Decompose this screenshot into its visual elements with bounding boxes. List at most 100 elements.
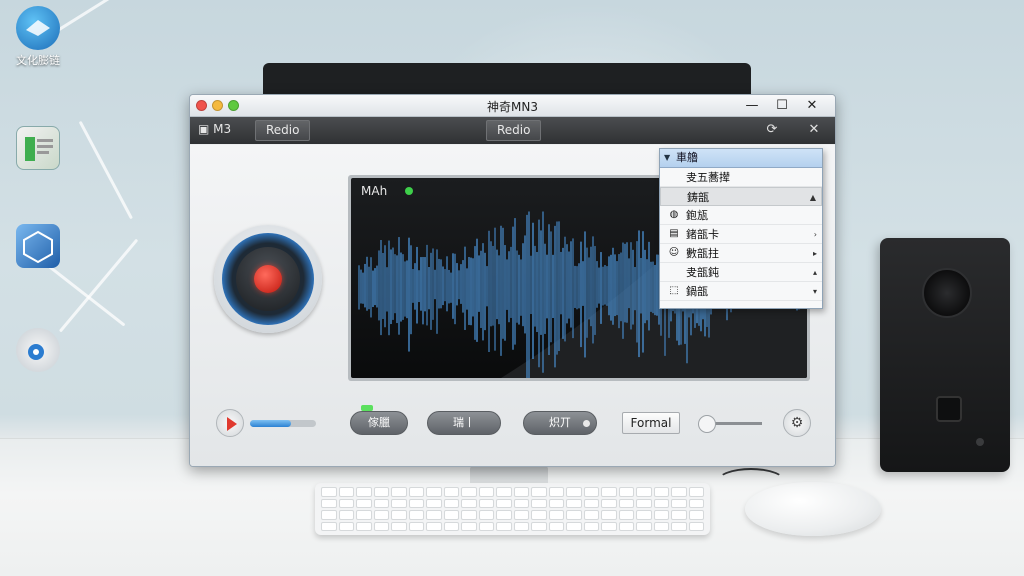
keyboard-key bbox=[478, 487, 494, 497]
keyboard-key bbox=[601, 510, 617, 520]
dropdown-item[interactable]: 叏瓿鈍 ▴ bbox=[660, 263, 822, 282]
keyboard-key bbox=[671, 498, 687, 508]
desktop-icon-disc[interactable] bbox=[8, 328, 68, 372]
dropdown-item[interactable]: ⬚ 鍋瓿 ▾ bbox=[660, 282, 822, 301]
record-icon bbox=[254, 265, 282, 293]
dropdown-item[interactable]: ☺ 數瓿拄 ▸ bbox=[660, 244, 822, 263]
play-button[interactable] bbox=[216, 409, 244, 437]
led-indicator bbox=[361, 405, 373, 411]
media-disc-icon bbox=[16, 328, 60, 372]
minimize-button[interactable]: — bbox=[737, 95, 767, 116]
mouse bbox=[745, 482, 881, 536]
button-a-label: 傢臘 bbox=[368, 416, 390, 429]
keyboard-key bbox=[618, 521, 634, 531]
scroll-arrow-icon[interactable]: ▲ bbox=[810, 188, 816, 207]
app-label: M3 bbox=[213, 122, 232, 136]
waveform-label: MAh bbox=[361, 184, 388, 198]
keyboard-key bbox=[513, 521, 529, 531]
keyboard-key bbox=[461, 487, 477, 497]
dropdown-item-icon bbox=[668, 266, 680, 278]
keyboard-key bbox=[356, 487, 372, 497]
format-button[interactable]: Formal bbox=[622, 412, 680, 434]
button-a[interactable]: 傢臘 bbox=[350, 405, 408, 435]
keyboard-key bbox=[478, 498, 494, 508]
cube-icon bbox=[16, 224, 60, 268]
keyboard-key bbox=[671, 487, 687, 497]
gear-icon[interactable]: ⚙ bbox=[783, 409, 811, 437]
keyboard-key bbox=[356, 521, 372, 531]
keyboard-key bbox=[338, 498, 354, 508]
close-icon[interactable]: ✕ bbox=[804, 121, 824, 139]
volume-fill bbox=[250, 420, 291, 427]
keyboard-key bbox=[618, 487, 634, 497]
speaker-port bbox=[936, 396, 962, 422]
scroll-arrow-icon[interactable]: › bbox=[814, 225, 817, 244]
keyboard-key bbox=[653, 498, 669, 508]
desktop-icon-book[interactable] bbox=[8, 126, 68, 170]
keyboard-key bbox=[688, 498, 704, 508]
desktop-icon-label: 文化膨链 bbox=[16, 54, 60, 67]
keyboard-key bbox=[356, 510, 372, 520]
keyboard-key bbox=[548, 498, 564, 508]
record-button[interactable] bbox=[214, 225, 322, 333]
dropdown-item[interactable]: ▤ 鍺瓿卡 › bbox=[660, 225, 822, 244]
keyboard-key bbox=[583, 498, 599, 508]
button-b[interactable]: 瑞丨 bbox=[427, 411, 501, 435]
scroll-arrow-icon[interactable]: ▾ bbox=[813, 282, 817, 301]
dropdown-item-label: 鋳瓿 bbox=[687, 191, 709, 204]
maximize-button[interactable]: ☐ bbox=[767, 95, 797, 116]
wall-decor-line bbox=[78, 120, 133, 220]
dropdown-items: 叏五蕎撵 鋳瓿 ▲ ◍ 鉋瓬 ▤ 鍺瓿卡 › ☺ 數瓿拄 ▸ 叏瓿鈍 ▴ ⬚ 鍋瓿 ▾ bbox=[660, 168, 822, 301]
keyboard-key bbox=[373, 510, 389, 520]
dropdown-header-label: 車艪 bbox=[676, 151, 698, 164]
keyboard-key bbox=[618, 498, 634, 508]
keyboard-key bbox=[373, 521, 389, 531]
dropdown-header[interactable]: ▼ 車艪 bbox=[660, 149, 822, 168]
keyboard-key bbox=[338, 521, 354, 531]
desktop-icon-app[interactable]: 文化膨链 bbox=[8, 6, 68, 68]
keyboard-key bbox=[566, 521, 582, 531]
keyboard-key bbox=[601, 521, 617, 531]
dropdown-item-label: 鍋瓿 bbox=[686, 285, 708, 298]
keyboard-key bbox=[496, 498, 512, 508]
refresh-icon[interactable]: ⟳ bbox=[762, 121, 782, 139]
keyboard-key bbox=[321, 487, 337, 497]
keyboard-key bbox=[531, 498, 547, 508]
cloud-app-icon bbox=[16, 6, 60, 50]
position-slider-knob[interactable] bbox=[698, 415, 716, 433]
main-content: MAh ▼ 車艪 叏五蕎撵 鋳瓿 ▲ ◍ 鉋瓬 ▤ 鍺瓿卡 › ☺ 數瓿拄 ▸ 叏瓿鈍 ▴ ⬚ 鍋瓿 ▾ 傢臘 bbox=[190, 145, 835, 466]
toolbar-app[interactable]: ▣ M3 bbox=[198, 122, 231, 136]
dropdown-item-icon: ▤ bbox=[669, 228, 679, 239]
close-button[interactable]: ✕ bbox=[797, 95, 827, 116]
speaker-tweeter bbox=[922, 268, 972, 318]
dropdown-item[interactable]: ◍ 鉋瓬 bbox=[660, 206, 822, 225]
dropdown-menu[interactable]: ▼ 車艪 叏五蕎撵 鋳瓿 ▲ ◍ 鉋瓬 ▤ 鍺瓿卡 › ☺ 數瓿拄 ▸ 叏瓿鈍 ▴ ⬚ 鍋瓿 ▾ bbox=[659, 148, 823, 309]
dropdown-item-icon bbox=[669, 191, 681, 203]
keyboard-key bbox=[373, 487, 389, 497]
keyboard-key bbox=[461, 510, 477, 520]
dropdown-item-label: 鉋瓬 bbox=[686, 209, 708, 222]
dropdown-item[interactable]: 叏五蕎撵 bbox=[660, 168, 822, 187]
keyboard-key bbox=[636, 510, 652, 520]
desktop-icon-cube[interactable] bbox=[8, 224, 68, 268]
dropdown-item[interactable]: 鋳瓿 ▲ bbox=[660, 187, 822, 206]
keyboard-key bbox=[408, 510, 424, 520]
tab-redio-center[interactable]: Redio bbox=[486, 120, 542, 141]
keyboard bbox=[315, 483, 710, 535]
record-core bbox=[236, 247, 300, 311]
keyboard-key bbox=[443, 487, 459, 497]
keyboard-key bbox=[653, 510, 669, 520]
keyboard-key bbox=[688, 521, 704, 531]
scroll-arrow-icon[interactable]: ▸ bbox=[813, 244, 817, 263]
keyboard-key bbox=[671, 521, 687, 531]
volume-slider[interactable] bbox=[250, 420, 316, 427]
status-led bbox=[405, 187, 413, 195]
keyboard-key bbox=[391, 510, 407, 520]
button-c[interactable]: 炽丌 bbox=[523, 411, 597, 435]
keyboard-key bbox=[496, 521, 512, 531]
tab-redio-left[interactable]: Redio bbox=[255, 120, 311, 141]
scroll-arrow-icon[interactable]: ▴ bbox=[813, 263, 817, 282]
button-c-label: 炽丌 bbox=[549, 416, 571, 429]
keyboard-key bbox=[636, 521, 652, 531]
keyboard-key bbox=[548, 521, 564, 531]
